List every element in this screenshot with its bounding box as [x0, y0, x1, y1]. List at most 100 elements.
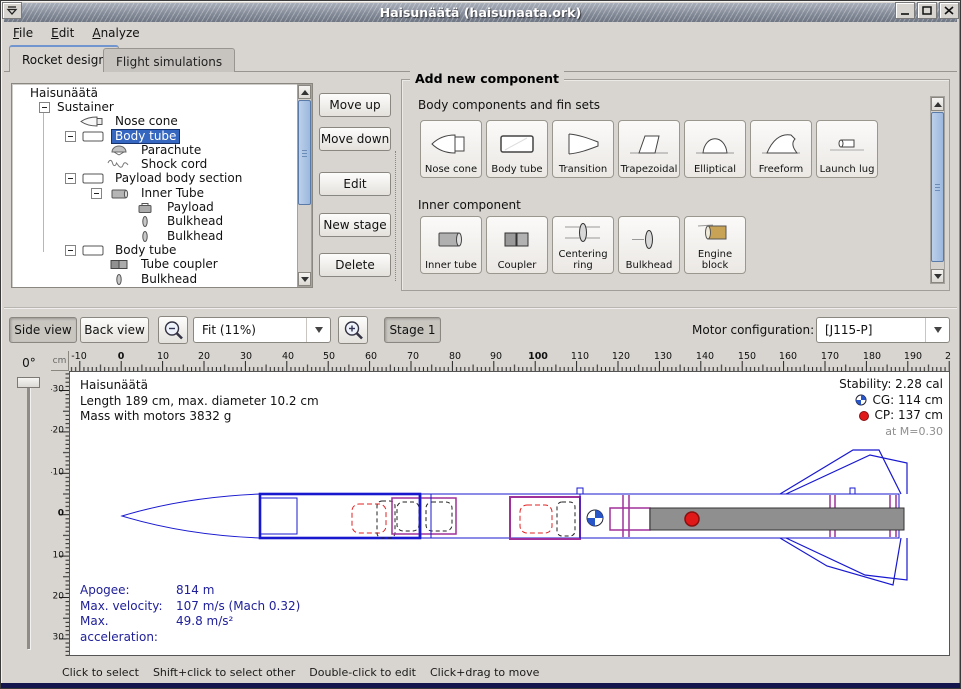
scroll-down-button[interactable] [298, 272, 311, 286]
tree-item-tube-coupler[interactable]: Tube coupler [13, 258, 296, 272]
tab-bar: Rocket design Flight simulations [4, 44, 957, 72]
add-body-tube-button[interactable]: Body tube [486, 120, 548, 178]
bulkhead-icon [620, 219, 678, 260]
body-tube-icon [488, 123, 546, 164]
acceleration-label: Max. acceleration: [80, 614, 176, 645]
apogee-label: Apogee: [80, 583, 176, 599]
tree-item-inner-tube[interactable]: Inner Tube [13, 186, 296, 200]
rotation-slider-handle[interactable] [17, 377, 40, 388]
add-component-panel: Add new component Body components and fi… [401, 79, 950, 291]
pane-splitter[interactable] [395, 151, 396, 281]
tree-item-rocket-root[interactable]: Haisunäätä [13, 86, 296, 100]
collapse-icon[interactable] [39, 102, 50, 113]
new-stage-button[interactable]: New stage [319, 213, 391, 237]
add-inner-tube-button[interactable]: Inner tube [420, 216, 482, 274]
rocket-info: Haisunäätä Length 189 cm, max. diameter … [80, 378, 319, 425]
add-trapezoidal-fin-button[interactable]: Trapezoidal [618, 120, 680, 178]
tree-item-shock-cord[interactable]: Shock cord [13, 157, 296, 171]
vertical-ruler: -30 -20 -10 0 10 20 30 [51, 371, 69, 656]
rotation-slider-track[interactable] [27, 381, 30, 649]
collapse-icon[interactable] [65, 131, 76, 142]
motor-configuration-select[interactable]: [J115-P] [816, 317, 950, 343]
move-down-button[interactable]: Move down [319, 127, 391, 151]
engine-block-icon [686, 217, 744, 249]
menu-file[interactable]: File [4, 24, 42, 42]
hint-shift-click: Shift+click to select other [153, 666, 295, 679]
move-up-button[interactable]: Move up [319, 93, 391, 117]
scroll-up-button[interactable] [298, 85, 311, 99]
add-component-scrollbar[interactable] [930, 96, 945, 284]
rocket-canvas[interactable]: Haisunäätä Length 189 cm, max. diameter … [69, 371, 950, 656]
flight-info: Apogee:814 m Max. velocity:107 m/s (Mach… [80, 583, 300, 645]
hint-double-click: Double-click to edit [309, 666, 416, 679]
window-menu-button[interactable] [2, 2, 22, 19]
tab-flight-simulations[interactable]: Flight simulations [103, 48, 235, 72]
add-elliptical-fin-button[interactable]: Elliptical [684, 120, 746, 178]
stage-1-toggle[interactable]: Stage 1 [384, 317, 441, 343]
inner-tube-icon [106, 187, 132, 200]
side-view-button[interactable]: Side view [9, 317, 77, 343]
tree-item-body-tube-selected[interactable]: Body tube [13, 129, 296, 143]
tree-item-parachute[interactable]: Parachute [13, 143, 296, 157]
window-title: Haisunäätä (haisunaata.ork) [4, 5, 957, 20]
inner-tube-icon [422, 219, 480, 260]
back-view-button[interactable]: Back view [80, 317, 149, 343]
payload-icon [132, 201, 158, 214]
chevron-down-icon [925, 318, 949, 342]
tree-item-bulkhead[interactable]: Bulkhead [13, 215, 296, 229]
cp-marker [685, 512, 699, 526]
window-menu-icon [5, 4, 19, 17]
tree-item-bulkhead[interactable]: Bulkhead [13, 229, 296, 243]
scrollbar-thumb[interactable] [298, 100, 311, 205]
menu-analyze[interactable]: Analyze [83, 24, 148, 42]
cg-icon [855, 394, 867, 406]
minimize-button[interactable] [895, 2, 915, 19]
edit-button[interactable]: Edit [319, 172, 391, 196]
add-bulkhead-button[interactable]: Bulkhead [618, 216, 680, 274]
collapse-icon[interactable] [65, 173, 76, 184]
shock-cord-icon [106, 158, 132, 171]
ruler-unit-label: cm [51, 351, 69, 371]
zoom-out-icon [161, 319, 185, 342]
scrollbar-thumb[interactable] [931, 112, 944, 262]
add-engine-block-button[interactable]: Engine block [684, 216, 746, 274]
maximize-button[interactable] [917, 2, 937, 19]
add-nose-cone-button[interactable]: Nose cone [420, 120, 482, 178]
rocket-dimensions: Length 189 cm, max. diameter 10.2 cm [80, 394, 319, 410]
add-coupler-button[interactable]: Coupler [486, 216, 548, 274]
tree-item-sustainer[interactable]: Sustainer [13, 100, 296, 114]
tree-item-body-tube-aft[interactable]: Body tube [13, 243, 296, 257]
window-bottom-edge [1, 683, 960, 688]
transition-icon [554, 123, 612, 164]
scroll-up-button[interactable] [931, 97, 944, 111]
acceleration-value: 49.8 m/s² [176, 614, 233, 645]
hint-click-select: Click to select [62, 666, 139, 679]
tree-item-payload-body-section[interactable]: Payload body section [13, 172, 296, 186]
menu-edit[interactable]: Edit [42, 24, 83, 42]
add-launch-lug-button[interactable]: Launch lug [816, 120, 878, 178]
bulkhead-icon [132, 215, 158, 228]
tree-scrollbar[interactable] [297, 84, 312, 287]
bulkhead-icon [106, 273, 132, 286]
scroll-down-button[interactable] [931, 269, 944, 283]
close-button[interactable] [939, 2, 959, 19]
app-window: Haisunäätä (haisunaata.ork) File Edit An… [0, 0, 961, 689]
collapse-icon[interactable] [65, 245, 76, 256]
cp-value: CP: 137 cm [875, 408, 943, 424]
add-freeform-fin-button[interactable]: Freeform [750, 120, 812, 178]
delete-button[interactable]: Delete [319, 253, 391, 277]
add-centering-ring-button[interactable]: Centering ring [552, 216, 614, 274]
tree-item-nose-cone[interactable]: Nose cone [13, 115, 296, 129]
zoom-level-select[interactable]: Fit (11%) [193, 317, 331, 343]
component-tree[interactable]: Haisunäätä Sustainer Nose cone Body tube… [11, 83, 313, 288]
tree-item-payload[interactable]: Payload [13, 200, 296, 214]
zoom-out-button[interactable] [158, 316, 188, 344]
velocity-value: 107 m/s (Mach 0.32) [176, 599, 300, 615]
zoom-in-button[interactable] [338, 316, 368, 344]
centering-ring-icon [554, 217, 612, 249]
cp-icon [858, 410, 870, 422]
motor-configuration-label: Motor configuration: [692, 323, 814, 337]
tree-item-bulkhead[interactable]: Bulkhead [13, 272, 296, 286]
add-transition-button[interactable]: Transition [552, 120, 614, 178]
collapse-icon[interactable] [91, 188, 102, 199]
